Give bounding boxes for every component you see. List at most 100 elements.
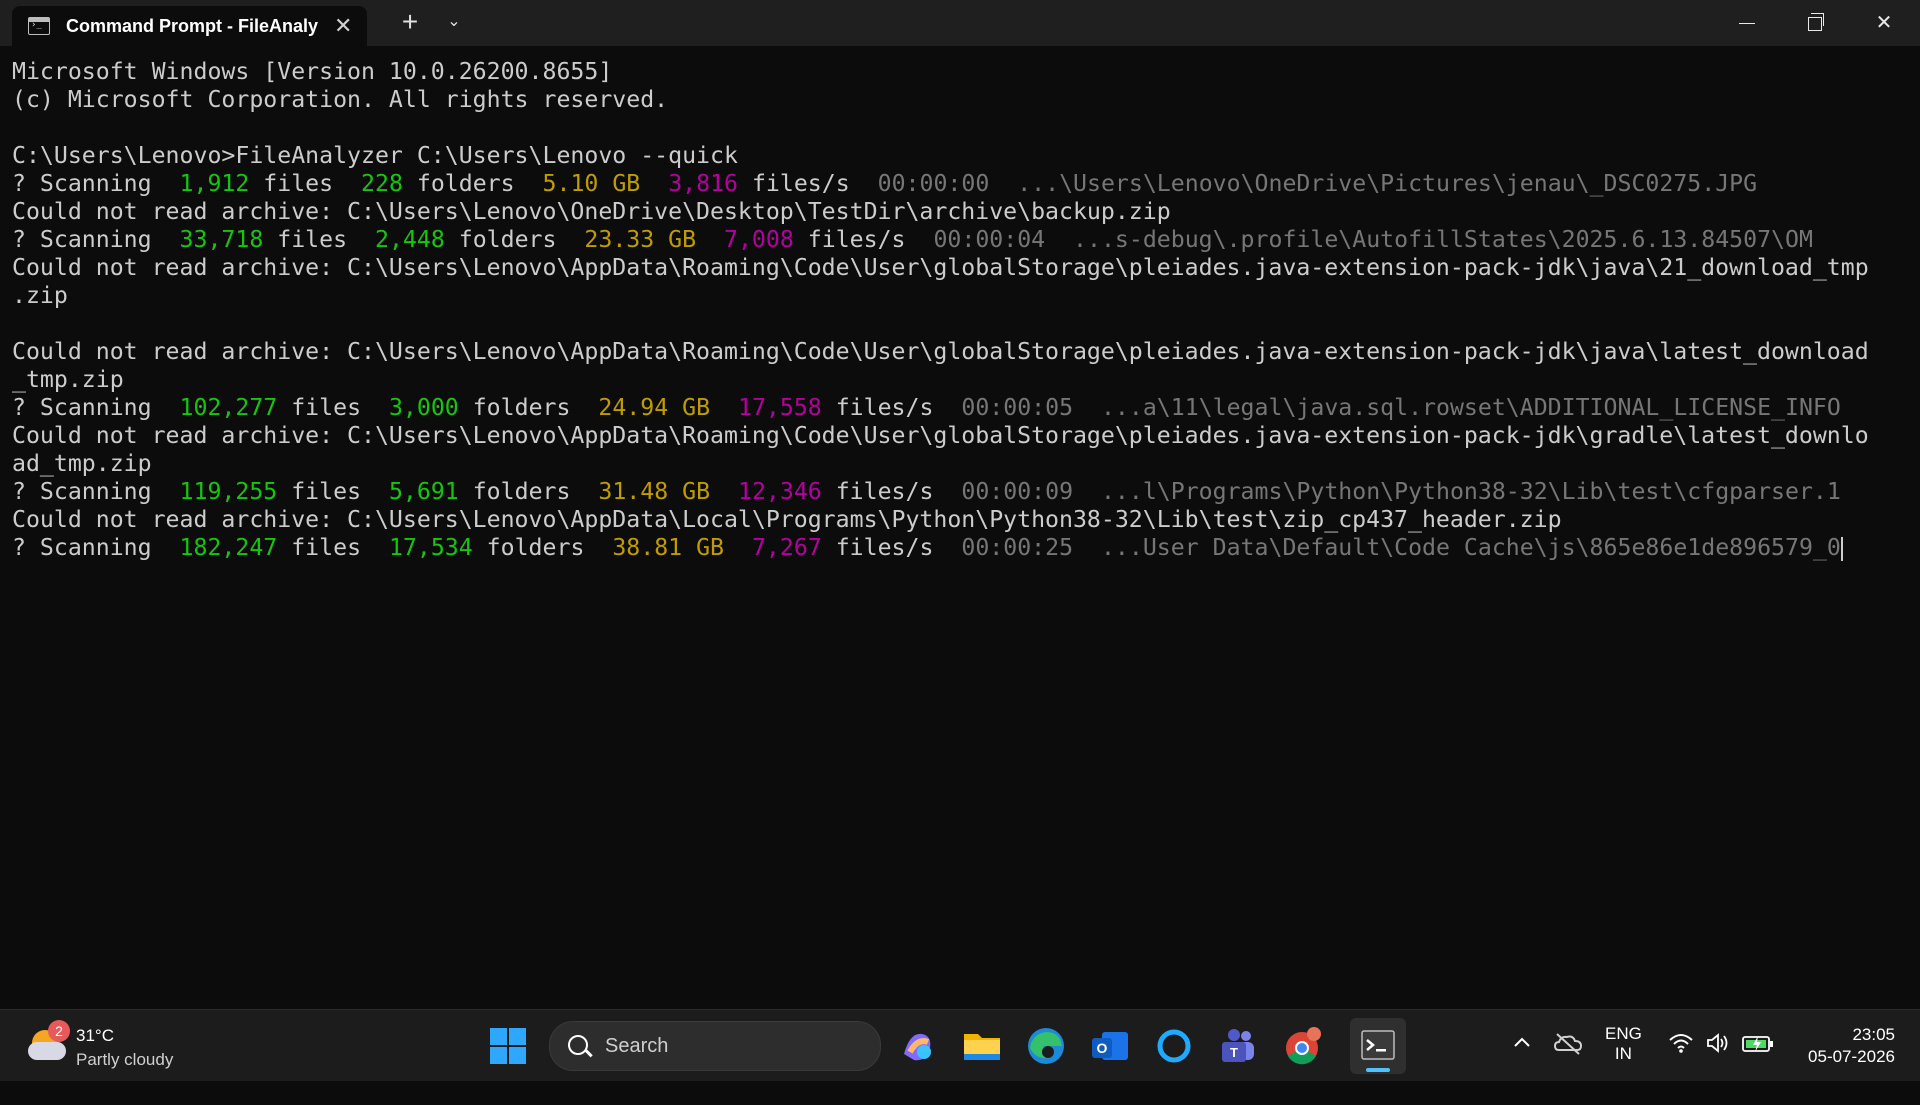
- terminal-text: .zip: [12, 282, 68, 309]
- terminal-text: files/s: [821, 394, 962, 421]
- terminal-text: 00:00:05 ...a\11\legal\java.sql.rowset\A…: [961, 394, 1841, 421]
- search-box[interactable]: Search: [549, 1021, 881, 1071]
- terminal-line: Microsoft Windows [Version 10.0.26200.86…: [12, 58, 1912, 86]
- terminal-line: ? Scanning 33,718 files 2,448 folders 23…: [12, 226, 1912, 254]
- terminal-text: 7,267: [751, 534, 822, 561]
- terminal-text: Could not read archive: C:\Users\Lenovo\…: [12, 506, 1562, 533]
- terminal-text: files: [277, 534, 389, 561]
- close-window-button[interactable]: ✕: [1850, 0, 1918, 46]
- wifi-icon[interactable]: [1668, 1032, 1694, 1103]
- weather-condition: Partly cloudy: [76, 1050, 174, 1069]
- system-clock[interactable]: 23:05 05-07-2026: [1795, 1024, 1895, 1095]
- start-button[interactable]: [490, 1028, 528, 1066]
- terminal-taskbar-button[interactable]: [1350, 1018, 1406, 1074]
- copilot-icon[interactable]: [896, 1024, 940, 1068]
- restore-icon: [1808, 12, 1824, 31]
- terminal-text: Could not read archive: C:\Users\Lenovo\…: [12, 338, 1869, 365]
- terminal-text: Could not read archive: C:\Users\Lenovo\…: [12, 254, 1869, 281]
- terminal-text: ? Scanning: [12, 534, 180, 561]
- terminal-text: folders: [402, 170, 543, 197]
- tab-command-prompt[interactable]: Command Prompt - FileAnaly ✕: [12, 6, 367, 46]
- cortana-icon[interactable]: [1152, 1024, 1196, 1068]
- terminal-line: Could not read archive: C:\Users\Lenovo\…: [12, 198, 1912, 226]
- terminal-text: ? Scanning: [12, 226, 180, 253]
- battery-icon[interactable]: [1742, 1034, 1774, 1105]
- terminal-line: ad_tmp.zip: [12, 450, 1912, 478]
- new-tab-button[interactable]: +: [394, 6, 426, 38]
- search-label: Search: [605, 1035, 669, 1057]
- chevron-down-icon[interactable]: ⌄: [440, 8, 468, 36]
- file-explorer-icon[interactable]: [960, 1024, 1004, 1068]
- weather-widget[interactable]: 2 31°C Partly cloudy: [28, 1020, 198, 1072]
- terminal-text: 17,534: [388, 534, 473, 561]
- terminal-line: Could not read archive: C:\Users\Lenovo\…: [12, 506, 1912, 534]
- terminal-text: ? Scanning: [12, 394, 180, 421]
- terminal-text: files/s: [793, 226, 934, 253]
- edge-icon[interactable]: [1024, 1024, 1068, 1068]
- terminal-text: 7,008: [724, 226, 794, 253]
- terminal-icon: [28, 17, 50, 35]
- chrome-icon[interactable]: [1280, 1024, 1324, 1068]
- terminal-line: ? Scanning 102,277 files 3,000 folders 2…: [12, 394, 1912, 422]
- svg-text:O: O: [1097, 1040, 1108, 1056]
- notification-badge: 2: [48, 1020, 70, 1042]
- restore-button[interactable]: [1781, 0, 1849, 46]
- volume-icon[interactable]: [1705, 1032, 1729, 1103]
- terminal-text: 3,000: [388, 394, 459, 421]
- language-code: ENG: [1605, 1024, 1642, 1043]
- terminal-text: 182,247: [179, 534, 278, 561]
- terminal-text: 00:00:00 ...\Users\Lenovo\OneDrive\Pictu…: [877, 170, 1758, 197]
- terminal-text: 33,718: [179, 226, 264, 253]
- terminal-text: 38.81 GB: [612, 534, 725, 561]
- terminal-line: Could not read archive: C:\Users\Lenovo\…: [12, 422, 1912, 450]
- terminal-text: files/s: [821, 478, 962, 505]
- terminal-text: 2,448: [374, 226, 445, 253]
- terminal-line: ? Scanning 1,912 files 228 folders 5.10 …: [12, 170, 1912, 198]
- terminal-text: 228: [361, 170, 403, 197]
- terminal-text: 00:00:09 ...l\Programs\Python\Python38-3…: [961, 478, 1841, 505]
- terminal-text: 3,816: [668, 170, 738, 197]
- text-cursor: [1840, 536, 1843, 561]
- language-indicator[interactable]: ENG IN: [1605, 1024, 1642, 1095]
- close-tab-icon[interactable]: ✕: [334, 13, 352, 39]
- terminal-text: 00:00:04 ...s-debug\.profile\AutofillSta…: [933, 226, 1813, 253]
- terminal-text: (c) Microsoft Corporation. All rights re…: [12, 86, 669, 113]
- minimize-button[interactable]: [1713, 0, 1781, 46]
- active-indicator: [1366, 1068, 1390, 1072]
- region-code: IN: [1614, 1044, 1632, 1063]
- show-hidden-icons[interactable]: [1510, 1030, 1534, 1101]
- terminal-output[interactable]: Microsoft Windows [Version 10.0.26200.86…: [12, 58, 1912, 998]
- terminal-text: ? Scanning: [12, 478, 180, 505]
- terminal-text: 5,691: [388, 478, 459, 505]
- terminal-text: files: [263, 226, 375, 253]
- svg-text:T: T: [1230, 1045, 1238, 1060]
- teams-icon[interactable]: T: [1216, 1024, 1260, 1068]
- terminal-line: C:\Users\Lenovo>FileAnalyzer C:\Users\Le…: [12, 142, 1912, 170]
- onedrive-icon[interactable]: [1553, 1030, 1583, 1101]
- title-bar: Command Prompt - FileAnaly ✕ + ⌄ ✕: [0, 0, 1920, 46]
- terminal-text: folders: [472, 534, 613, 561]
- terminal-text: C:\Users\Lenovo>FileAnalyzer C:\Users\Le…: [12, 142, 738, 169]
- outlook-icon[interactable]: O: [1088, 1024, 1132, 1068]
- terminal-app-icon: [1361, 1030, 1395, 1060]
- clock-time: 23:05: [1852, 1025, 1895, 1044]
- tab-title: Command Prompt - FileAnaly: [66, 15, 319, 36]
- terminal-line: ? Scanning 119,255 files 5,691 folders 3…: [12, 478, 1912, 506]
- terminal-text: files/s: [738, 170, 878, 197]
- terminal-text: Could not read archive: C:\Users\Lenovo\…: [12, 198, 1171, 225]
- terminal-line: (c) Microsoft Corporation. All rights re…: [12, 86, 1912, 114]
- weather-temperature: 31°C: [76, 1026, 114, 1045]
- terminal-text: folders: [444, 226, 585, 253]
- terminal-text: files/s: [821, 534, 962, 561]
- terminal-text: folders: [458, 394, 599, 421]
- terminal-text: files: [277, 478, 389, 505]
- terminal-text: 31.48 GB: [598, 478, 711, 505]
- terminal-text: files: [277, 394, 389, 421]
- terminal-text: 24.94 GB: [598, 394, 711, 421]
